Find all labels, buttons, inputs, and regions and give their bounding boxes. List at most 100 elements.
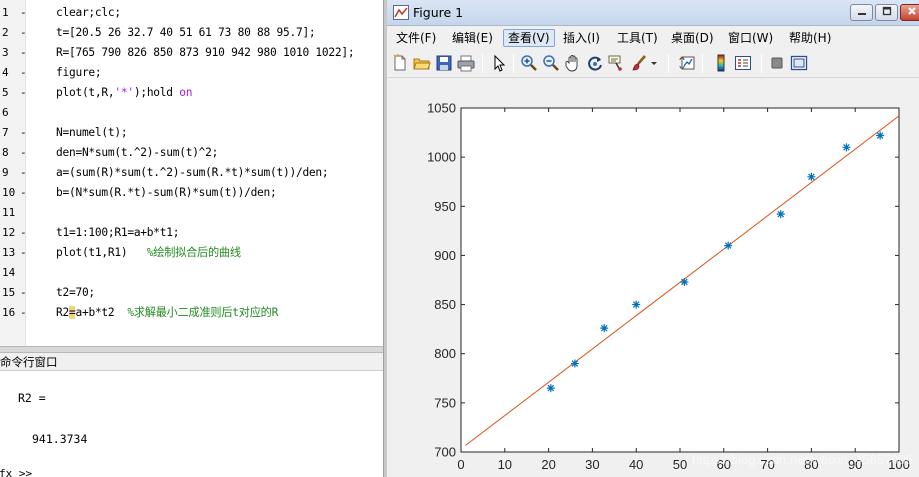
pan-hand-icon[interactable] [564,54,582,72]
line-number: 4 [2,66,9,79]
link-plot-icon[interactable] [679,54,697,72]
zoom-in-icon[interactable] [520,54,538,72]
new-figure-icon[interactable] [391,54,409,72]
code-token: a=(sum(R)*sum(t.^2)-sum(R.*t)*sum(t))/de… [56,166,329,179]
y-tick-label: 950 [434,199,456,214]
colorbar-icon[interactable] [712,54,730,72]
brush-dropdown-icon[interactable] [649,54,659,72]
code-line[interactable]: 12- t1=1:100;R1=a+b*t1; [0,223,383,243]
axes-box[interactable] [460,107,900,453]
command-prompt[interactable]: fx >> [0,467,32,477]
breakpoint-marker[interactable]: - [20,43,27,63]
rotate-3d-icon[interactable] [586,54,604,72]
menu-item[interactable]: 工具(T) [613,29,662,47]
line-number: 15 [2,286,16,299]
data-point-marker[interactable] [807,172,816,181]
close-button[interactable] [900,4,919,21]
breakpoint-marker[interactable]: - [20,83,27,103]
code-line[interactable]: 5- plot(t,R,'*');hold on [0,83,383,103]
breakpoint-marker[interactable]: - [20,183,27,203]
show-plot-tools-icon[interactable] [790,54,808,72]
code-editor[interactable]: 1- clear;clc; 2- t=[20.5 26 32.7 40 51 61 7… [0,0,383,346]
hide-plot-tools-icon[interactable] [768,54,786,72]
breakpoint-marker[interactable]: - [20,223,27,243]
y-tick-label: 750 [434,395,456,410]
maximize-button[interactable] [875,4,898,21]
code-line[interactable]: 10- b=(N*sum(R.*t)-sum(R)*sum(t))/den; [0,183,383,203]
code-line[interactable]: 1- clear;clc; [0,3,383,23]
breakpoint-marker[interactable]: - [20,143,27,163]
watermark-text: https://blog.csdn.net/weixin_45857006 [692,452,913,467]
code-token: plot(t,R, [56,86,115,99]
data-cursor-icon[interactable] [608,54,626,72]
breakpoint-marker[interactable]: - [20,63,27,83]
menu-item[interactable]: 窗口(W) [724,29,777,47]
line-number: 9 [2,166,9,179]
data-point-marker[interactable] [776,210,785,219]
code-line[interactable]: 16- R2=a+b*t2 %求解最小二成准则后t对应的R [0,303,383,323]
breakpoint-marker[interactable]: - [20,163,27,183]
data-point-marker[interactable] [876,131,885,140]
y-tick-label: 1050 [427,101,456,116]
breakpoint-marker[interactable]: - [20,123,27,143]
code-line[interactable]: 13- plot(t1,R1) %绘制拟合后的曲线 [0,243,383,263]
code-line[interactable]: 2- t=[20.5 26 32.7 40 51 61 73 80 88 95.7… [0,23,383,43]
code-line[interactable]: 9- a=(sum(R)*sum(t.^2)-sum(R.*t)*sum(t))/… [0,163,383,183]
menu-item[interactable]: 查看(V) [503,29,555,47]
code-line[interactable]: 8- den=N*sum(t.^2)-sum(t)^2; [0,143,383,163]
command-window[interactable]: R2 = 941.3734 fx >> [0,371,383,477]
data-point-marker[interactable] [546,384,555,393]
toolbar-separator [513,54,514,73]
code-line[interactable]: 3- R=[765 790 826 850 873 910 942 980 101… [0,43,383,63]
code-token: b=(N*sum(R.*t)-sum(R)*sum(t))/den; [56,186,277,199]
menu-item[interactable]: 文件(F) [392,29,440,47]
breakpoint-marker[interactable]: - [20,303,27,323]
data-point-marker[interactable] [600,324,609,333]
menu-item[interactable]: 帮助(H) [785,29,835,47]
code-line[interactable]: 14 [0,263,383,283]
pointer-icon[interactable] [490,54,508,72]
code-keyword: on [179,86,193,99]
menu-item[interactable]: 编辑(E) [448,29,497,47]
data-point-marker[interactable] [632,300,641,309]
brush-icon[interactable] [630,54,648,72]
y-tick-label: 700 [434,445,456,460]
code-line[interactable]: 6 [0,103,383,123]
figure-titlebar[interactable]: Figure 1 [387,0,919,26]
line-number: 1 [2,6,9,19]
editor-command-splitter[interactable] [0,346,383,353]
y-tick-label: 800 [434,346,456,361]
figure-toolbar [387,48,919,78]
code-line[interactable]: 4- figure; [0,63,383,83]
code-line[interactable]: 7- N=numel(t); [0,123,383,143]
code-token: t1=1:100;R1=a+b*t1; [56,226,180,239]
breakpoint-marker[interactable]: - [20,23,27,43]
menu-item[interactable]: 桌面(D) [667,29,718,47]
data-point-marker[interactable] [724,241,733,250]
figure-canvas[interactable]: 0 10 20 30 40 50 60 70 80 90 100 700 750 800 850 900 950… [387,78,919,477]
print-icon[interactable] [457,54,475,72]
figure-title: Figure 1 [413,5,464,20]
line-number: 3 [2,46,9,59]
minimize-button[interactable] [850,4,873,21]
code-line[interactable]: 15- t2=70; [0,283,383,303]
open-file-icon[interactable] [413,54,431,72]
toolbar-separator [482,54,483,73]
code-line[interactable]: 11 [0,203,383,223]
legend-icon[interactable] [734,54,752,72]
figure-window: Figure 1 文件(F) 编辑(E) 查看(V) 插入(I) 工具(T) 桌面(D) 窗… [387,0,919,477]
toolbar-separator [668,54,669,73]
x-tick-label: 30 [585,457,599,472]
scatter-plot[interactable]: 0 10 20 30 40 50 60 70 80 90 100700750800850900950… [387,78,919,477]
y-tick-label: 1000 [427,150,456,165]
data-point-marker[interactable] [570,359,579,368]
breakpoint-marker[interactable]: - [20,3,27,23]
data-point-marker[interactable] [680,277,689,286]
zoom-out-icon[interactable] [542,54,560,72]
save-icon[interactable] [435,54,453,72]
minimize-icon [857,13,866,15]
data-point-marker[interactable] [842,143,851,152]
breakpoint-marker[interactable]: - [20,283,27,303]
menu-item[interactable]: 插入(I) [559,29,604,47]
breakpoint-marker[interactable]: - [20,243,27,263]
